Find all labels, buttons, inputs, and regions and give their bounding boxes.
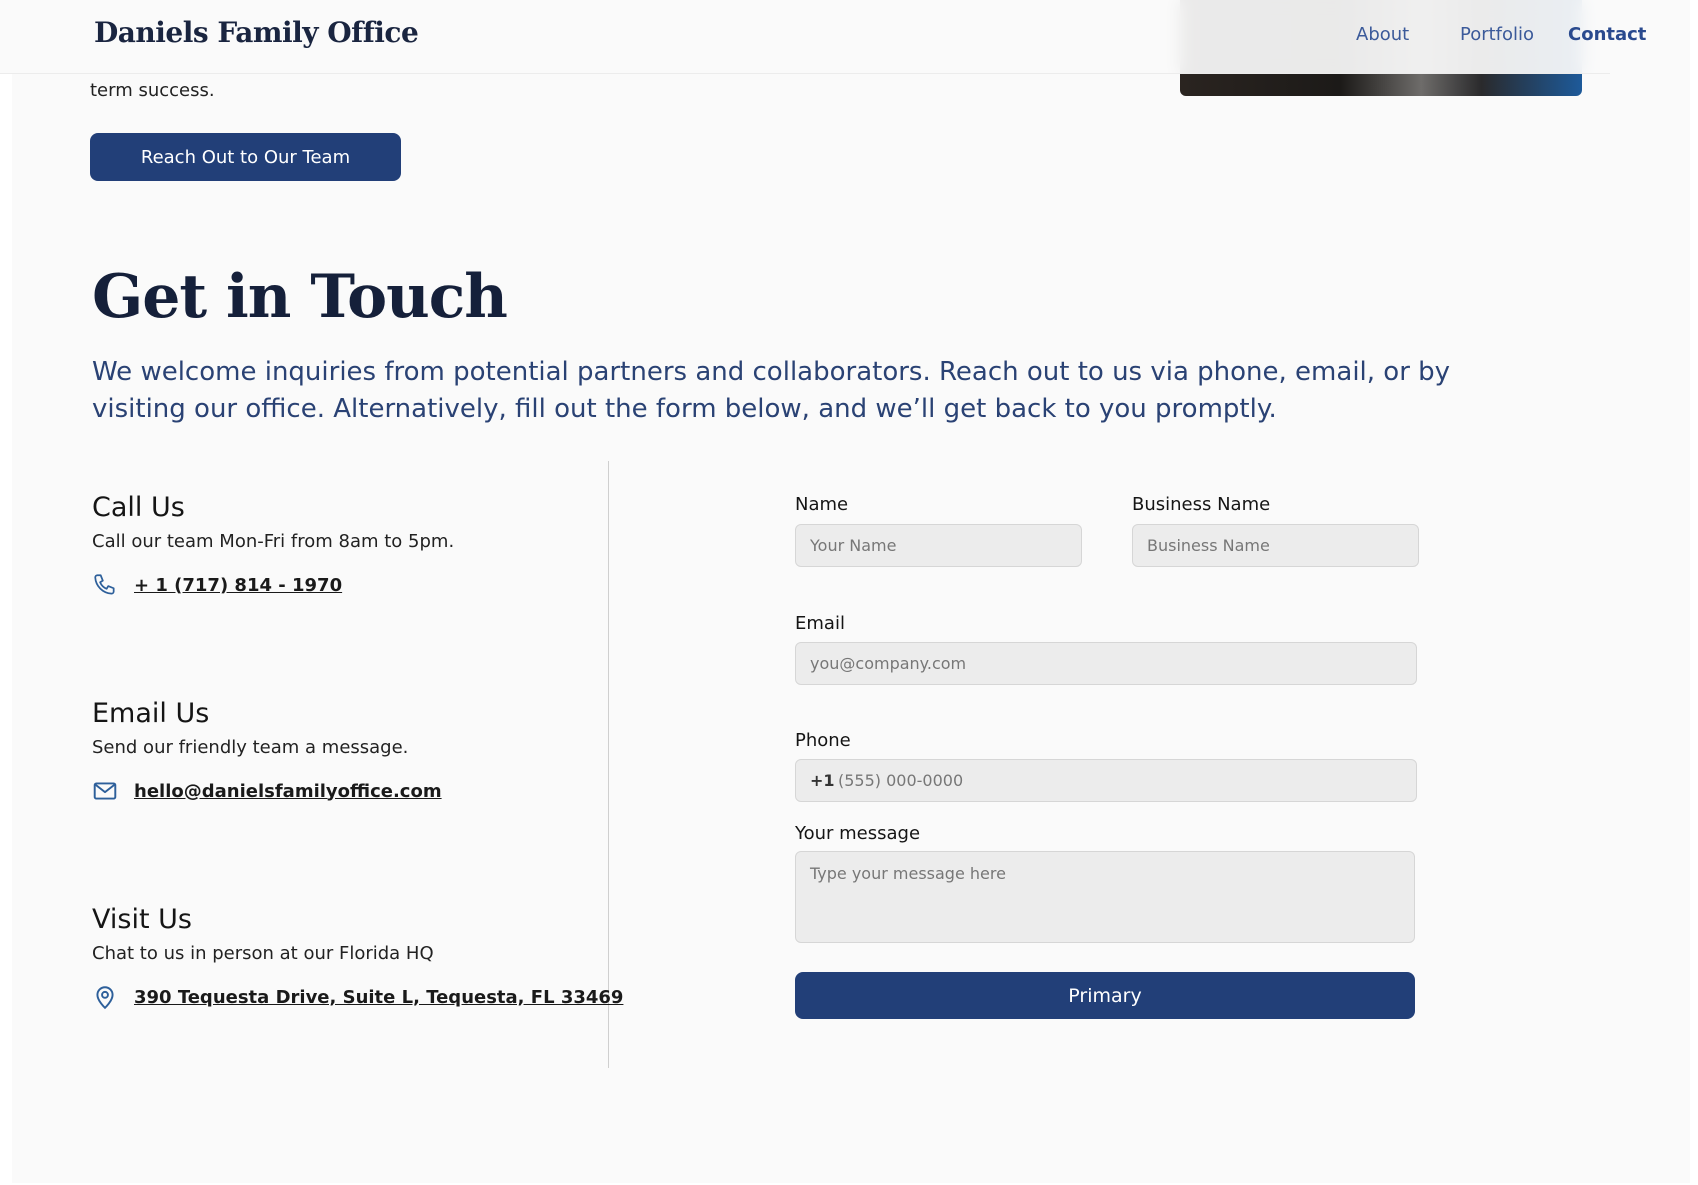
visit-text: Chat to us in person at our Florida HQ	[92, 943, 434, 964]
phone-icon	[94, 574, 115, 595]
call-heading: Call Us	[92, 492, 185, 523]
email-heading: Email Us	[92, 698, 210, 729]
email-link[interactable]: hello@danielsfamilyoffice.com	[134, 781, 442, 802]
name-label: Name	[795, 494, 849, 515]
phone-label: Phone	[795, 730, 851, 751]
email-block: Email Us Send our friendly team a messag…	[92, 698, 442, 804]
intro-text: We welcome inquiries from potential part…	[92, 357, 1451, 424]
logo[interactable]: Daniels Family Office	[94, 16, 419, 49]
email-input[interactable]	[795, 642, 1417, 685]
submit-button[interactable]: Primary	[795, 972, 1415, 1019]
message-label: Your message	[795, 823, 921, 844]
call-block: Call Us Call our team Mon-Fri from 8am t…	[92, 492, 454, 598]
phone-country-code: +1	[810, 771, 835, 790]
mail-icon	[93, 782, 117, 800]
call-text: Call our team Mon-Fri from 8am to 5pm.	[92, 531, 455, 552]
phone-input[interactable]	[795, 759, 1417, 802]
visit-block: Visit Us Chat to us in person at our Flo…	[92, 904, 623, 1010]
business-name-input[interactable]	[1132, 524, 1419, 567]
site-header: Daniels Family Office About Portfolio Co…	[0, 0, 1646, 74]
visit-heading: Visit Us	[92, 904, 192, 935]
page-title: Get in Touch	[92, 262, 508, 332]
nav-contact[interactable]: Contact	[1568, 24, 1646, 45]
name-input[interactable]	[795, 524, 1082, 567]
address-link[interactable]: 390 Tequesta Drive, Suite L, Tequesta, F…	[134, 987, 623, 1008]
message-textarea[interactable]	[795, 851, 1415, 943]
business-name-label: Business Name	[1132, 494, 1271, 515]
map-pin-icon	[96, 986, 114, 1010]
nav-portfolio[interactable]: Portfolio	[1460, 24, 1534, 45]
email-text: Send our friendly team a message.	[92, 737, 409, 758]
email-label: Email	[795, 613, 845, 634]
hero-text: term success.	[90, 80, 215, 101]
nav-about[interactable]: About	[1356, 24, 1409, 45]
reach-out-button[interactable]: Reach Out to Our Team	[90, 133, 401, 181]
phone-link[interactable]: + 1 (717) 814 - 1970	[134, 575, 342, 596]
